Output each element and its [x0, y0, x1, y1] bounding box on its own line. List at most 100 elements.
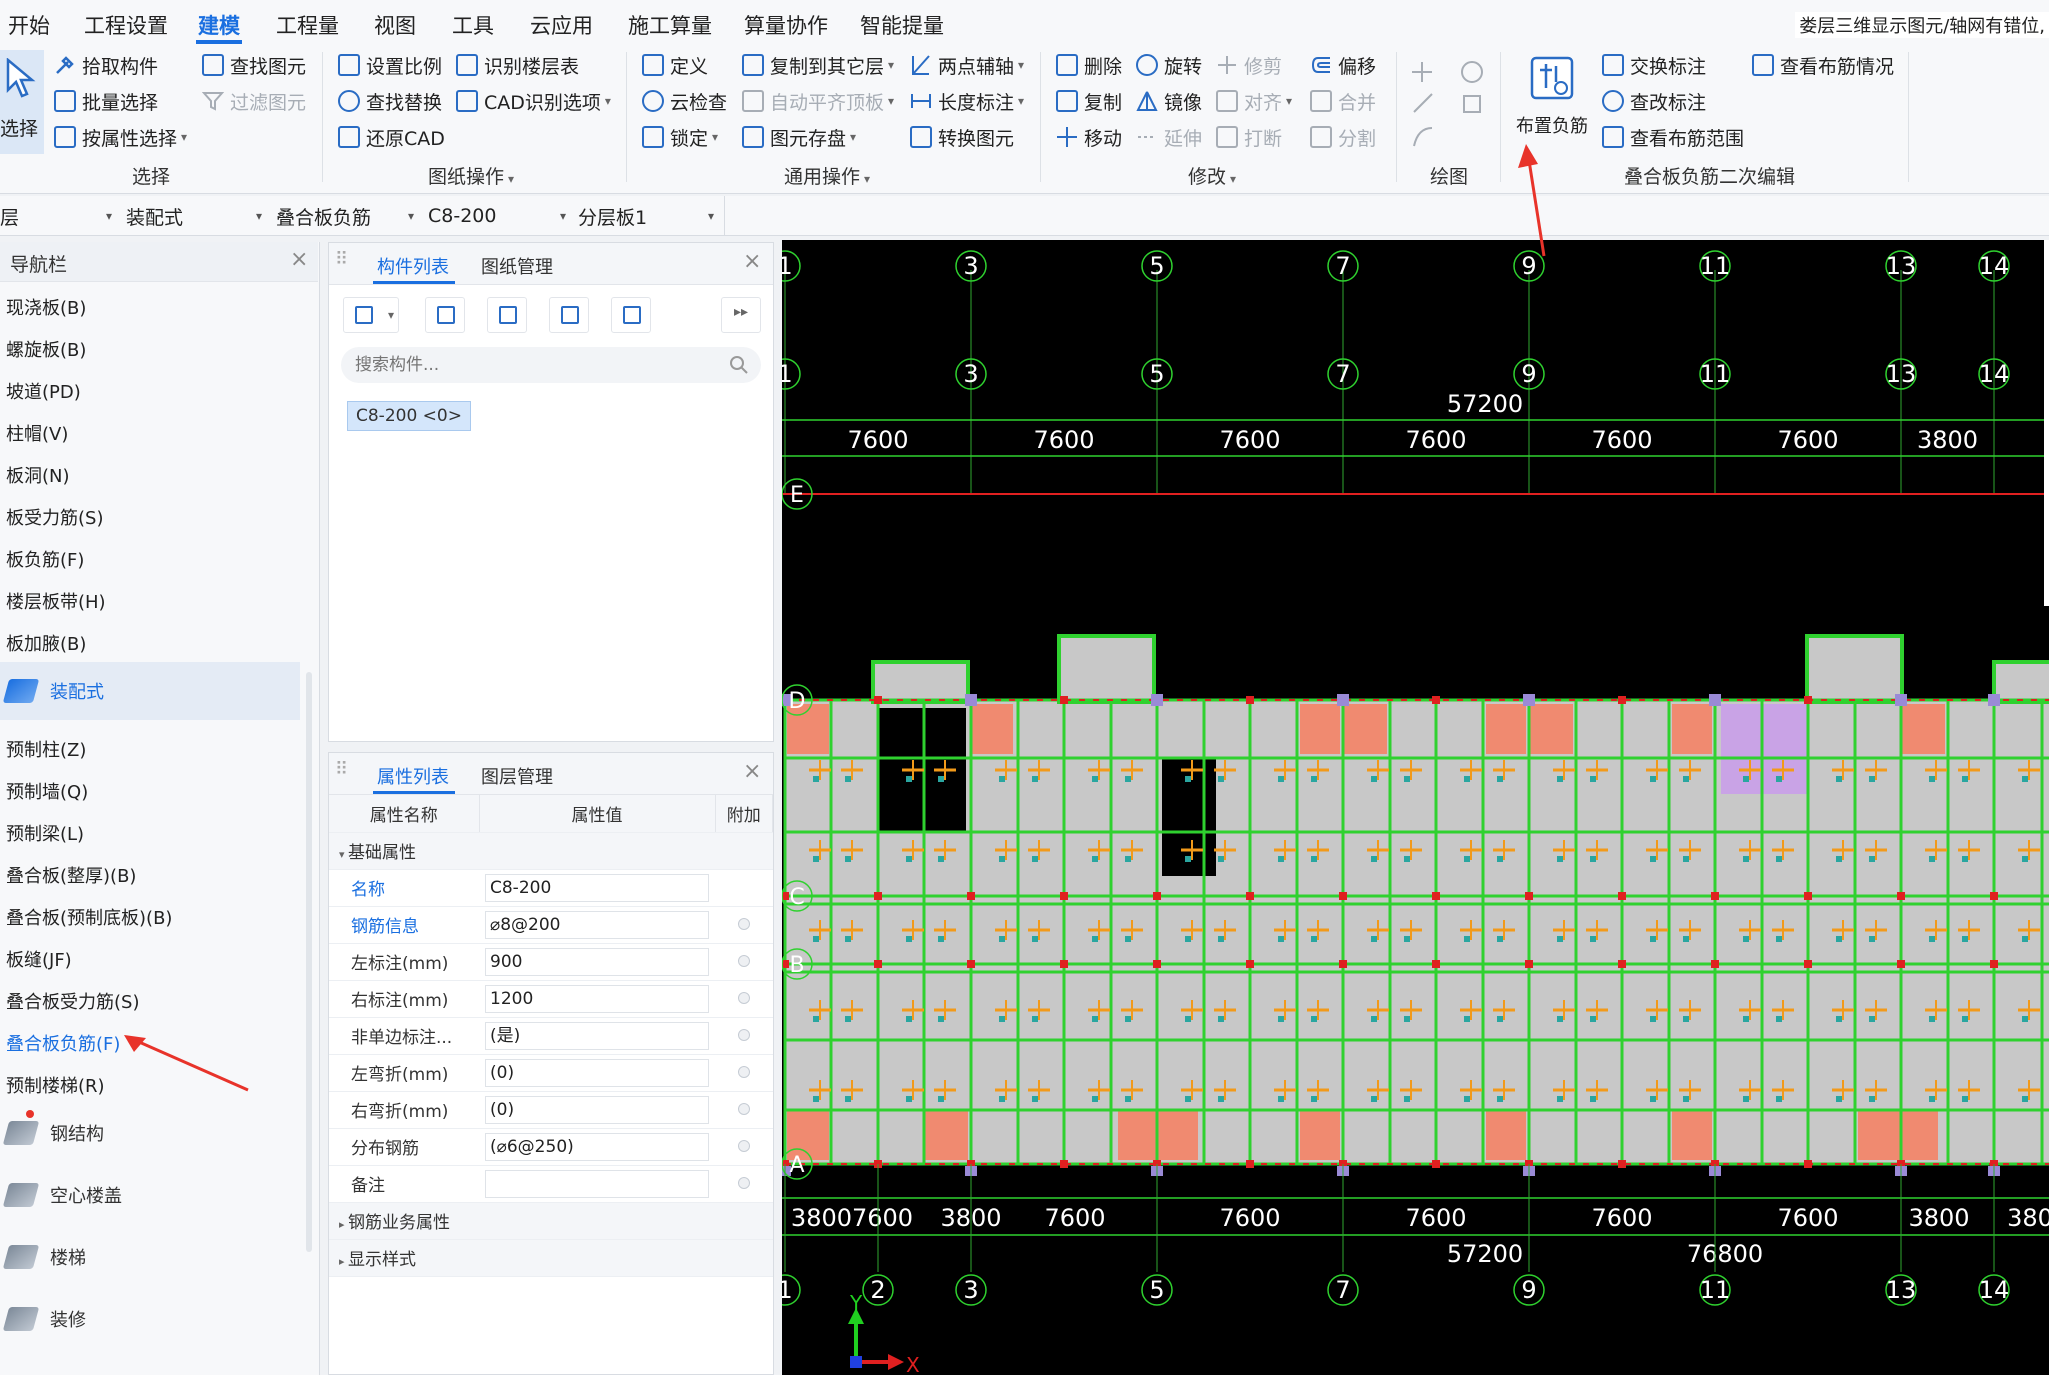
find-replace-button[interactable]: 查找替换 [338, 86, 442, 116]
nav-group-steel[interactable]: 钢结构 [0, 1104, 300, 1162]
cad-drawing[interactable]: 1 3 5 7 9 11 13 141 3 5 7 9 11 13 14572007600 7600 7600 7… [782, 240, 2049, 1375]
batch-select-button[interactable]: 批量选择 [54, 86, 158, 116]
copy-button[interactable]: 复制 [1056, 86, 1122, 116]
split-button[interactable]: 分割 [1310, 122, 1376, 152]
menu-cloud[interactable]: 云应用 [530, 10, 593, 40]
nav-group-prefab[interactable]: 装配式 [0, 662, 300, 720]
menu-collaboration[interactable]: 算量协作 [744, 10, 828, 40]
drawing-canvas[interactable]: 1 3 5 7 9 11 13 14 1 3 5 7 9 11 13 14 57200 7600 7600 7600 7… [782, 240, 2049, 1375]
define-button[interactable]: 定义 [642, 50, 708, 80]
tab-property-list[interactable]: 属性列表 [377, 763, 449, 789]
nav-item-cast-slab[interactable]: 现浇板(B) [6, 294, 86, 320]
menu-view[interactable]: 视图 [374, 10, 416, 40]
extend-button[interactable]: 延伸 [1136, 122, 1202, 152]
nav-item-column-cap[interactable]: 柱帽(V) [6, 420, 68, 446]
convert-element-button[interactable]: 转换图元 [910, 122, 1014, 152]
nav-item-spiral-slab[interactable]: 螺旋板(B) [6, 336, 86, 362]
mirror-button[interactable]: 镜像 [1136, 86, 1202, 116]
nav-group-hollow-floor[interactable]: 空心楼盖 [0, 1166, 300, 1224]
filter-element-button[interactable]: 过滤图元 [201, 86, 306, 116]
menu-modeling[interactable]: 建模 [198, 10, 240, 40]
section-display-style[interactable]: ▸ 显示样式 [329, 1239, 773, 1277]
pick-component-button[interactable]: 拾取构件 [54, 50, 158, 80]
nav-item-ramp[interactable]: 坡道(PD) [6, 378, 81, 404]
select-by-property-button[interactable]: 按属性选择 ▾ [54, 122, 187, 152]
nav-item-prefab-beam[interactable]: 预制梁(L) [6, 820, 84, 846]
component-item[interactable]: C8-200 <0> [347, 401, 471, 431]
component-select[interactable]: C8-200 ▾ [428, 202, 570, 230]
nav-item-prefab-wall[interactable]: 预制墙(Q) [6, 778, 88, 804]
two-point-axis-button[interactable]: 两点辅轴 ▾ [910, 50, 1024, 80]
nav-item-slab-main-rebar[interactable]: 板受力筋(S) [6, 504, 103, 530]
menu-start[interactable]: 开始 [8, 10, 50, 40]
tab-layer-management[interactable]: 图层管理 [481, 763, 553, 789]
section-basic[interactable]: ▾ 基础属性 [329, 832, 773, 870]
view-rebar-range-button[interactable]: 查看布筋范围 [1602, 122, 1744, 152]
offset-button[interactable]: 偏移 [1310, 50, 1376, 80]
align-button[interactable]: 对齐 ▾ [1216, 86, 1292, 116]
place-negative-rebar-button[interactable]: 布置负筋 [1512, 50, 1592, 154]
value-right-label-field[interactable]: 1200 [485, 984, 709, 1013]
find-element-button[interactable]: 查找图元 [202, 50, 306, 80]
nav-item-floor-strip[interactable]: 楼层板带(H) [6, 588, 106, 614]
more-tools-button[interactable]: ▸▸ [721, 297, 761, 333]
drag-handle-icon[interactable]: ⠿ [335, 249, 348, 270]
nav-item-slab-haunch[interactable]: 板加腋(B) [6, 630, 86, 656]
nav-scrollbar[interactable] [306, 672, 312, 1252]
nav-item-prefab-column[interactable]: 预制柱(Z) [6, 736, 86, 762]
value-distribution-rebar-field[interactable]: (⌀6@250) [485, 1132, 709, 1161]
duplicate-component-button[interactable] [549, 297, 589, 333]
check-label-button[interactable]: 查改标注 [1602, 86, 1706, 116]
menu-project-settings[interactable]: 工程设置 [84, 10, 168, 40]
tab-drawing-management[interactable]: 图纸管理 [481, 253, 553, 279]
set-scale-button[interactable]: 设置比例 [338, 50, 442, 80]
copy-to-other-floor-button[interactable]: 复制到其它层 ▾ [742, 50, 894, 80]
nav-item-prefab-stair[interactable]: 预制楼梯(R) [6, 1072, 105, 1098]
merge-button[interactable]: 合并 [1310, 86, 1376, 116]
move-button[interactable]: 移动 [1056, 122, 1122, 152]
value-left-bend-field[interactable]: (0) [485, 1058, 709, 1087]
type-select[interactable]: 叠合板负筋 ▾ [276, 202, 418, 230]
value-name-field[interactable]: C8-200 [485, 873, 709, 902]
menu-construction[interactable]: 施工算量 [628, 10, 712, 40]
extra-checkbox[interactable] [737, 1176, 750, 1189]
rotate-button[interactable]: 旋转 [1136, 50, 1202, 80]
nav-group-decoration[interactable]: 装修 [0, 1290, 300, 1348]
save-element-button[interactable]: 图元存盘 ▾ [742, 122, 856, 152]
cad-options-button[interactable]: CAD识别选项 ▾ [456, 86, 611, 116]
extra-checkbox[interactable] [737, 1102, 750, 1115]
extra-checkbox[interactable] [737, 1028, 750, 1041]
nav-item-composite-slab-base[interactable]: 叠合板(预制底板)(B) [6, 904, 172, 930]
extra-checkbox[interactable] [737, 1065, 750, 1078]
extra-checkbox[interactable] [737, 954, 750, 967]
lock-button[interactable]: 锁定 ▾ [642, 122, 718, 152]
extra-checkbox[interactable] [737, 991, 750, 1004]
drag-handle-icon[interactable]: ⠿ [335, 759, 348, 780]
delete-button[interactable]: 删除 [1056, 50, 1122, 80]
cloud-check-button[interactable]: 云检查 [642, 86, 727, 116]
layer-copy-button[interactable] [611, 297, 651, 333]
break-button[interactable]: 打断 [1216, 122, 1282, 152]
copy-component-button[interactable] [425, 297, 465, 333]
length-dimension-button[interactable]: 长度标注 ▾ [910, 86, 1024, 116]
nav-item-slab-joint[interactable]: 板缝(JF) [6, 946, 72, 972]
menu-smart[interactable]: 智能提量 [860, 10, 944, 40]
value-rebar-info-field[interactable]: ⌀8@200 [485, 910, 709, 939]
nav-item-slab-negative-rebar[interactable]: 板负筋(F) [6, 546, 84, 572]
nav-item-composite-slab-full[interactable]: 叠合板(整厚)(B) [6, 862, 136, 888]
nav-group-stairs[interactable]: 楼梯 [0, 1228, 300, 1286]
swap-label-button[interactable]: 交换标注 [1602, 50, 1706, 80]
value-non-single-side-field[interactable]: (是) [485, 1021, 709, 1050]
floor-select[interactable]: 层 ▾ [0, 202, 116, 230]
section-rebar-business[interactable]: ▸ 钢筋业务属性 [329, 1202, 773, 1240]
layer-select[interactable]: 分层板1 ▾ [578, 202, 718, 230]
value-right-bend-field[interactable]: (0) [485, 1095, 709, 1124]
menu-tools[interactable]: 工具 [452, 10, 494, 40]
extra-checkbox[interactable] [737, 1139, 750, 1152]
nav-item-composite-negative-rebar[interactable]: 叠合板负筋(F) [6, 1030, 120, 1056]
value-left-label-field[interactable]: 900 [485, 947, 709, 976]
select-big-button[interactable]: 选择 [0, 50, 44, 154]
nav-item-composite-main-rebar[interactable]: 叠合板受力筋(S) [6, 988, 139, 1014]
extra-checkbox[interactable] [737, 917, 750, 930]
proplist-close-icon[interactable]: × [743, 759, 761, 784]
